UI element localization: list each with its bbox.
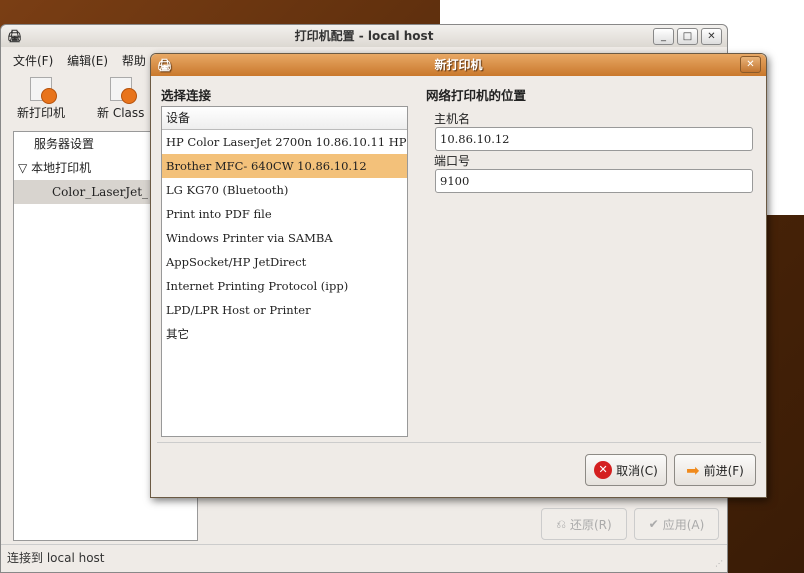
- close-button[interactable]: ✕: [701, 28, 722, 45]
- device-list-item[interactable]: Brother MFC- 640CW 10.86.10.12: [162, 154, 407, 178]
- window-title: 打印机配置 - local host: [294, 29, 434, 43]
- new-printer-button[interactable]: 新打印机: [17, 77, 65, 121]
- hostname-input[interactable]: 10.86.10.12: [435, 127, 753, 151]
- tree-local-label: 本地打印机: [31, 161, 92, 175]
- menu-edit[interactable]: 编辑(E): [67, 54, 108, 68]
- port-label: 端口号: [434, 154, 471, 168]
- new-class-label: 新 Class: [97, 106, 145, 120]
- cancel-button[interactable]: ✕ 取消(C): [585, 454, 667, 486]
- location-heading: 网络打印机的位置: [426, 88, 527, 103]
- dialog-divider: [157, 442, 761, 443]
- printer-icon: 🖨: [157, 58, 173, 72]
- revert-label: 还原(R): [569, 517, 612, 532]
- statusbar-divider: [1, 544, 727, 545]
- dialog-title: 新打印机: [434, 58, 483, 72]
- minimize-button[interactable]: _: [653, 28, 674, 45]
- dialog-titlebar: 🖨 新打印机: [151, 54, 766, 76]
- revert-button[interactable]: ⎌ 还原(R): [541, 508, 627, 540]
- menu-help[interactable]: 帮助: [122, 54, 146, 68]
- menu-file[interactable]: 文件(F): [13, 54, 53, 68]
- device-list-item[interactable]: Internet Printing Protocol (ipp): [162, 274, 407, 298]
- new-printer-icon: [30, 77, 57, 104]
- forward-label: 前进(F): [703, 463, 744, 478]
- device-list-item[interactable]: LPD/LPR Host or Printer: [162, 298, 407, 322]
- cancel-icon: ✕: [594, 461, 613, 479]
- device-list-item[interactable]: Windows Printer via SAMBA: [162, 226, 407, 250]
- port-input[interactable]: 9100: [435, 169, 753, 193]
- new-printer-label: 新打印机: [17, 106, 66, 120]
- device-list-item[interactable]: Print into PDF file: [162, 202, 407, 226]
- select-connection-heading: 选择连接: [161, 88, 212, 103]
- new-printer-dialog: 🖨 新打印机 ✕ 选择连接 设备 HP Color LaserJet 2700n…: [150, 53, 767, 498]
- device-list-item[interactable]: AppSocket/HP JetDirect: [162, 250, 407, 274]
- device-list-item[interactable]: LG KG70 (Bluetooth): [162, 178, 407, 202]
- new-class-icon: [109, 77, 137, 104]
- maximize-button[interactable]: □: [677, 28, 698, 45]
- check-icon: ✔: [648, 517, 659, 531]
- menubar: 文件(F) 编辑(E) 帮助: [13, 52, 156, 69]
- main-titlebar: 🖨 打印机配置 - local host: [1, 25, 727, 47]
- hostname-label: 主机名: [434, 112, 471, 126]
- device-list-item[interactable]: 其它: [162, 322, 407, 346]
- expander-icon[interactable]: ▽: [18, 161, 27, 175]
- dialog-close-button[interactable]: ✕: [740, 56, 761, 73]
- column-header-device[interactable]: 设备: [162, 107, 407, 130]
- printer-icon: 🖨: [7, 29, 23, 43]
- device-list-item[interactable]: HP Color LaserJet 2700n 10.86.10.11 HPLI…: [162, 130, 407, 154]
- status-text: 连接到 local host: [7, 551, 105, 565]
- resize-grip[interactable]: ⋰: [715, 559, 723, 568]
- new-class-button[interactable]: 新 Class: [97, 77, 144, 121]
- device-list[interactable]: 设备 HP Color LaserJet 2700n 10.86.10.11 H…: [161, 106, 408, 437]
- revert-icon: ⎌: [556, 516, 566, 531]
- apply-label: 应用(A): [662, 517, 705, 532]
- forward-button[interactable]: ➡ 前进(F): [674, 454, 756, 486]
- apply-button[interactable]: ✔ 应用(A): [634, 508, 719, 540]
- arrow-right-icon: ➡: [686, 460, 700, 480]
- cancel-label: 取消(C): [616, 463, 658, 478]
